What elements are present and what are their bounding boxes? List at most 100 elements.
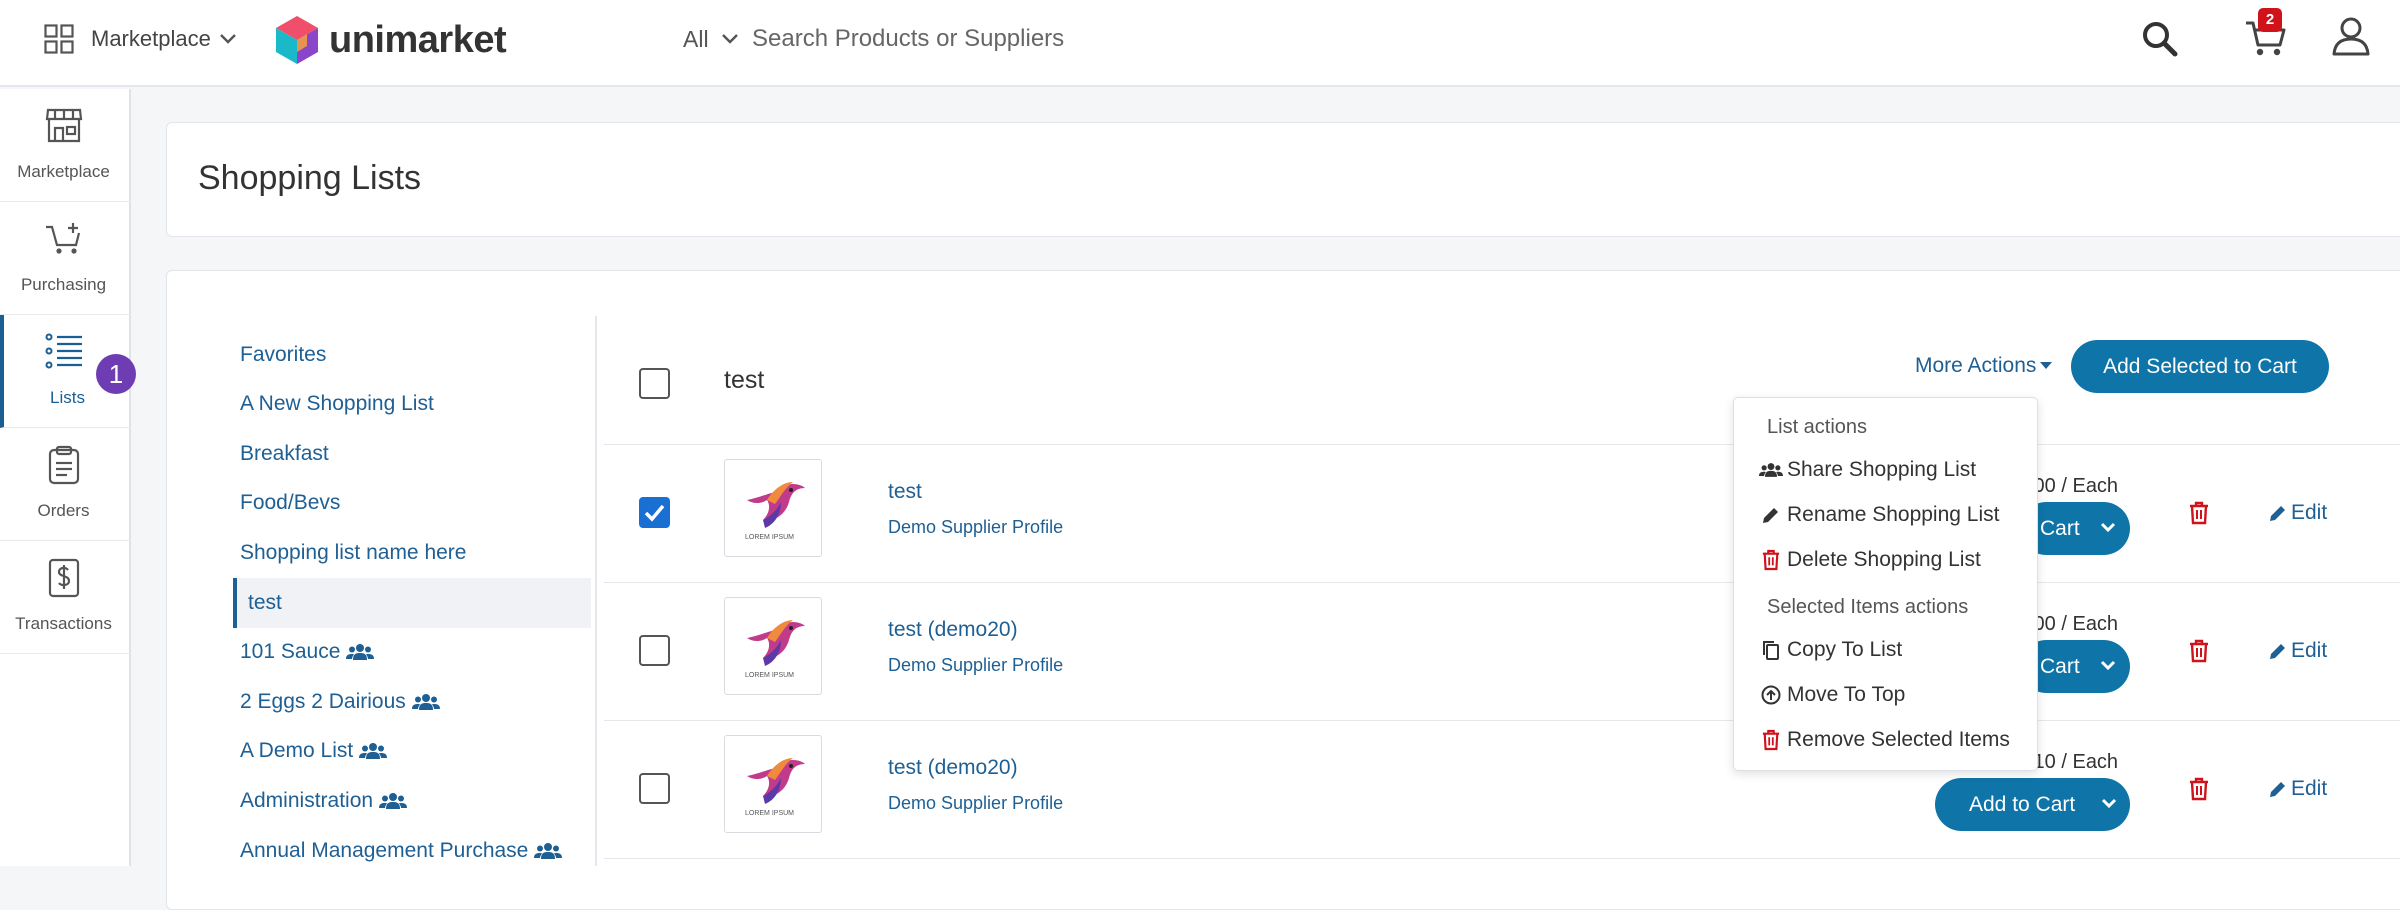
item-supplier-link[interactable]: Demo Supplier Profile — [888, 655, 1063, 676]
list-link-a-new-shopping-list[interactable]: A New Shopping List — [230, 379, 588, 429]
store-icon — [45, 106, 83, 144]
list-link-label: Breakfast — [240, 442, 329, 465]
sidebar-nav: Marketplace Purchasing Lists Orders Tran… — [0, 89, 131, 866]
add-selected-to-cart-button[interactable]: Add Selected to Cart — [2071, 340, 2329, 393]
item-supplier-link[interactable]: Demo Supplier Profile — [888, 517, 1063, 538]
add-to-cart-button[interactable]: Add to Cart — [1935, 778, 2130, 831]
list-link-101-sauce[interactable]: 101 Sauce — [230, 627, 588, 677]
category-select-value: All — [683, 25, 709, 52]
delete-item-icon[interactable] — [2189, 501, 2209, 525]
search-icon[interactable] — [2141, 20, 2179, 58]
item-checkbox[interactable] — [639, 773, 670, 804]
list-link-a-demo-list[interactable]: A Demo List — [230, 726, 588, 776]
item-checkbox[interactable] — [639, 635, 670, 666]
dropdown-item-label: Delete Shopping List — [1787, 548, 1981, 571]
rename-shopping-list-item[interactable]: Rename Shopping List — [1759, 503, 1999, 527]
move-to-top-item[interactable]: Move To Top — [1759, 683, 1905, 707]
marketplace-switcher[interactable]: Marketplace — [44, 22, 237, 56]
edit-label: Edit — [2291, 777, 2328, 800]
list-link-annual-management-purchase[interactable]: Annual Management Purchase — [230, 826, 588, 876]
selected-items-actions-header: Selected Items actions — [1767, 596, 1969, 618]
sidebar-item-marketplace[interactable]: Marketplace — [0, 89, 131, 202]
sidebar-item-transactions[interactable]: Transactions — [0, 541, 131, 654]
shared-users-icon — [411, 693, 440, 711]
list-link-breakfast[interactable]: Breakfast — [230, 429, 588, 479]
item-checkbox[interactable] — [639, 497, 670, 528]
thumbnail-caption: LOREM IPSUM — [745, 672, 795, 679]
row-divider — [604, 582, 2400, 583]
pencil-icon — [2268, 503, 2288, 523]
sidebar-item-label: Marketplace — [17, 162, 110, 181]
pencil-icon — [2268, 779, 2288, 799]
product-thumbnail[interactable]: LOREM IPSUM — [724, 735, 822, 833]
product-thumbnail[interactable]: LOREM IPSUM — [724, 459, 822, 557]
add-to-cart-label: Cart — [2040, 655, 2080, 678]
marketplace-switch-label: Marketplace — [91, 26, 211, 51]
add-to-cart-label: Add to Cart — [1969, 793, 2076, 816]
list-link-label: 101 Sauce — [240, 640, 341, 663]
share-shopping-list-item[interactable]: Share Shopping List — [1759, 458, 1976, 482]
row-divider — [604, 720, 2400, 721]
delete-item-icon[interactable] — [2189, 777, 2209, 801]
more-actions-button[interactable]: More Actions — [1915, 351, 2053, 381]
pencil-icon — [2268, 641, 2288, 661]
list-link-label: A New Shopping List — [240, 392, 434, 415]
copy-icon — [1759, 640, 1783, 660]
delete-shopping-list-item[interactable]: Delete Shopping List — [1759, 548, 1981, 572]
top-header: Marketplace unimarket All 2 — [0, 0, 2400, 87]
list-link-label: Food/Bevs — [240, 491, 341, 514]
row-divider — [604, 858, 2400, 859]
edit-item-button[interactable]: Edit — [2268, 639, 2327, 663]
edit-item-button[interactable]: Edit — [2268, 777, 2327, 801]
chevron-down-icon — [2100, 660, 2116, 671]
chevron-down-icon — [2101, 798, 2117, 809]
item-name-link[interactable]: test (demo20) — [888, 756, 1018, 780]
list-link-label: test — [248, 591, 282, 614]
edit-item-button[interactable]: Edit — [2268, 501, 2327, 525]
trash-icon — [1759, 729, 1783, 751]
pencil-icon — [1759, 505, 1783, 525]
select-all-checkbox[interactable] — [639, 368, 670, 399]
item-name-link[interactable]: test (demo20) — [888, 618, 1018, 642]
list-link-food-bevs[interactable]: Food/Bevs — [230, 478, 588, 528]
copy-to-list-item[interactable]: Copy To List — [1759, 638, 1902, 662]
panel-divider — [595, 316, 597, 866]
logo-text: unimarket — [329, 18, 507, 61]
add-to-cart-label: Cart — [2040, 517, 2080, 540]
search-input[interactable] — [752, 20, 1352, 58]
delete-item-icon[interactable] — [2189, 639, 2209, 663]
user-icon[interactable] — [2331, 16, 2371, 56]
chevron-down-icon — [2100, 522, 2116, 533]
chevron-down-icon — [219, 33, 237, 45]
list-link-test[interactable]: test — [233, 578, 591, 628]
item-price: .00 / Each — [2028, 613, 2119, 635]
item-name-link[interactable]: test — [888, 480, 922, 504]
category-select[interactable]: All — [683, 22, 739, 56]
list-link-favorites[interactable]: Favorites — [230, 330, 588, 380]
list-link-shopping-list-name-here[interactable]: Shopping list name here — [230, 528, 588, 578]
logo-cube-icon — [274, 14, 320, 66]
remove-selected-items-item[interactable]: Remove Selected Items — [1759, 728, 2010, 752]
bird-logo-image — [747, 482, 805, 528]
sidebar-item-orders[interactable]: Orders — [0, 428, 131, 541]
list-link-label: Annual Management Purchase — [240, 839, 529, 862]
list-link-administration[interactable]: Administration — [230, 776, 588, 826]
chevron-down-icon — [721, 33, 739, 45]
list-link-2-eggs-2-dairious[interactable]: 2 Eggs 2 Dairious — [230, 677, 588, 727]
money-icon — [45, 558, 83, 598]
list-actions-header: List actions — [1767, 416, 1868, 438]
list-link-label: Shopping list name here — [240, 541, 467, 564]
shared-users-icon — [359, 742, 388, 760]
product-thumbnail[interactable]: LOREM IPSUM — [724, 597, 822, 695]
dropdown-item-label: Rename Shopping List — [1787, 503, 2000, 526]
item-supplier-link[interactable]: Demo Supplier Profile — [888, 793, 1063, 814]
cart-count-badge: 2 — [2258, 8, 2282, 32]
unimarket-logo[interactable]: unimarket — [274, 14, 507, 66]
row-divider — [604, 444, 2400, 445]
sidebar-item-purchasing[interactable]: Purchasing — [0, 202, 131, 315]
shared-users-icon — [534, 842, 563, 860]
list-link-label: Favorites — [240, 343, 327, 366]
page-title-card: Shopping Lists — [166, 122, 2400, 237]
current-list-name: test — [724, 366, 765, 394]
edit-label: Edit — [2291, 501, 2328, 524]
